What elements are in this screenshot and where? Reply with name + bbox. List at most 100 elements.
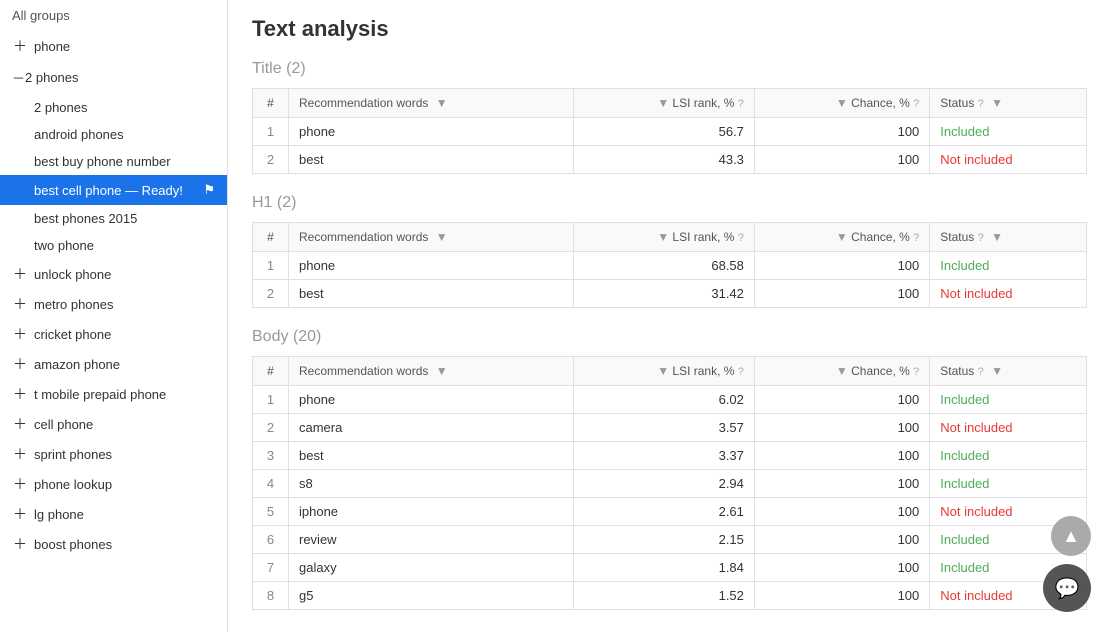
sidebar-item-t-mobile-prepaid-phone[interactable]: ＋ t mobile prepaid phone bbox=[0, 379, 227, 409]
sidebar-item-phone-lookup[interactable]: ＋ phone lookup bbox=[0, 469, 227, 499]
plus-icon-7: ＋ bbox=[12, 416, 28, 432]
scroll-to-top-button[interactable]: ▲ bbox=[1051, 516, 1091, 556]
sidebar-group-2phones[interactable]: － 2 phones bbox=[0, 61, 227, 94]
row-status: Not included bbox=[930, 414, 1087, 442]
table-row: 6 review 2.15 100 Included bbox=[253, 526, 1087, 554]
plus-icon-6: ＋ bbox=[12, 386, 28, 402]
row-lsi: 31.42 bbox=[573, 280, 754, 308]
row-status: Included bbox=[930, 118, 1087, 146]
h1-col-status[interactable]: Status ? ▼ bbox=[930, 223, 1087, 252]
title-section: Title (2) # Recommendation words ▼ ▼ LSI… bbox=[252, 60, 1087, 174]
row-num: 1 bbox=[253, 386, 289, 414]
sidebar-item-sprint-phones[interactable]: ＋ sprint phones bbox=[0, 439, 227, 469]
table-row: 2 best 31.42 100 Not included bbox=[253, 280, 1087, 308]
body-col-recommendation[interactable]: Recommendation words ▼ bbox=[289, 357, 574, 386]
sidebar-all-groups[interactable]: All groups bbox=[0, 0, 227, 31]
title-col-recommendation[interactable]: Recommendation words ▼ bbox=[289, 89, 574, 118]
lsi-sort-icon: ▼ bbox=[657, 96, 669, 110]
h1-col-recommendation[interactable]: Recommendation words ▼ bbox=[289, 223, 574, 252]
row-num: 7 bbox=[253, 554, 289, 582]
row-chance: 100 bbox=[754, 554, 929, 582]
row-chance: 100 bbox=[754, 582, 929, 610]
row-chance: 100 bbox=[754, 118, 929, 146]
row-word: phone bbox=[289, 386, 574, 414]
row-chance: 100 bbox=[754, 386, 929, 414]
row-num: 2 bbox=[253, 146, 289, 174]
row-status: Included bbox=[930, 386, 1087, 414]
title-col-num: # bbox=[253, 89, 289, 118]
body-col-num: # bbox=[253, 357, 289, 386]
body-section-heading: Body (20) bbox=[252, 328, 1087, 346]
body-col-lsi[interactable]: ▼ LSI rank, % ? bbox=[573, 357, 754, 386]
row-word: best bbox=[289, 442, 574, 470]
plus-icon: ＋ bbox=[12, 38, 28, 54]
row-num: 8 bbox=[253, 582, 289, 610]
row-status: Not included bbox=[930, 146, 1087, 174]
table-row: 8 g5 1.52 100 Not included bbox=[253, 582, 1087, 610]
row-word: phone bbox=[289, 118, 574, 146]
row-lsi: 3.37 bbox=[573, 442, 754, 470]
row-lsi: 3.57 bbox=[573, 414, 754, 442]
chat-icon: 💬 bbox=[1055, 576, 1080, 601]
minus-icon: － bbox=[12, 68, 25, 87]
row-word: camera bbox=[289, 414, 574, 442]
row-lsi: 43.3 bbox=[573, 146, 754, 174]
sort-icon-h1-status: ▼ bbox=[991, 230, 1003, 244]
scroll-up-icon: ▲ bbox=[1062, 526, 1080, 547]
sidebar-item-unlock-phone[interactable]: ＋ unlock phone bbox=[0, 259, 227, 289]
title-col-status[interactable]: Status ? ▼ bbox=[930, 89, 1087, 118]
row-num: 5 bbox=[253, 498, 289, 526]
row-lsi: 6.02 bbox=[573, 386, 754, 414]
sidebar-item-phone[interactable]: ＋ phone bbox=[0, 31, 227, 61]
row-word: s8 bbox=[289, 470, 574, 498]
plus-icon-3: ＋ bbox=[12, 296, 28, 312]
plus-icon-8: ＋ bbox=[12, 446, 28, 462]
sidebar-item-lg-phone[interactable]: ＋ lg phone bbox=[0, 499, 227, 529]
body-section: Body (20) # Recommendation words ▼ ▼ LSI… bbox=[252, 328, 1087, 610]
row-lsi: 68.58 bbox=[573, 252, 754, 280]
body-col-chance[interactable]: ▼ Chance, % ? bbox=[754, 357, 929, 386]
table-row: 1 phone 6.02 100 Included bbox=[253, 386, 1087, 414]
title-col-lsi[interactable]: ▼ LSI rank, % ? bbox=[573, 89, 754, 118]
row-word: galaxy bbox=[289, 554, 574, 582]
sidebar-item-boost-phones[interactable]: ＋ boost phones bbox=[0, 529, 227, 559]
title-col-chance[interactable]: ▼ Chance, % ? bbox=[754, 89, 929, 118]
body-col-status[interactable]: Status ? ▼ bbox=[930, 357, 1087, 386]
sidebar-item-metro-phones[interactable]: ＋ metro phones bbox=[0, 289, 227, 319]
plus-icon-4: ＋ bbox=[12, 326, 28, 342]
row-word: review bbox=[289, 526, 574, 554]
title-section-heading: Title (2) bbox=[252, 60, 1087, 78]
plus-icon-2: ＋ bbox=[12, 266, 28, 282]
row-num: 2 bbox=[253, 280, 289, 308]
sidebar-item-cricket-phone[interactable]: ＋ cricket phone bbox=[0, 319, 227, 349]
h1-section: H1 (2) # Recommendation words ▼ ▼ LSI ra… bbox=[252, 194, 1087, 308]
plus-icon-10: ＋ bbox=[12, 506, 28, 522]
row-chance: 100 bbox=[754, 252, 929, 280]
sidebar-item-best-cell-phone[interactable]: best cell phone — Ready! ⚑ bbox=[0, 175, 227, 205]
sidebar-item-amazon-phone[interactable]: ＋ amazon phone bbox=[0, 349, 227, 379]
plus-icon-5: ＋ bbox=[12, 356, 28, 372]
table-row: 7 galaxy 1.84 100 Included bbox=[253, 554, 1087, 582]
table-row: 4 s8 2.94 100 Included bbox=[253, 470, 1087, 498]
sidebar-item-best-buy-phone-number[interactable]: best buy phone number bbox=[0, 148, 227, 175]
h1-section-heading: H1 (2) bbox=[252, 194, 1087, 212]
row-chance: 100 bbox=[754, 280, 929, 308]
sidebar-item-best-phones-2015[interactable]: best phones 2015 bbox=[0, 205, 227, 232]
table-row: 2 camera 3.57 100 Not included bbox=[253, 414, 1087, 442]
row-num: 6 bbox=[253, 526, 289, 554]
sidebar-item-cell-phone[interactable]: ＋ cell phone bbox=[0, 409, 227, 439]
row-lsi: 1.84 bbox=[573, 554, 754, 582]
row-chance: 100 bbox=[754, 498, 929, 526]
chat-button[interactable]: 💬 bbox=[1043, 564, 1091, 612]
row-chance: 100 bbox=[754, 146, 929, 174]
h1-col-chance[interactable]: ▼ Chance, % ? bbox=[754, 223, 929, 252]
row-chance: 100 bbox=[754, 414, 929, 442]
body-table: # Recommendation words ▼ ▼ LSI rank, % ?… bbox=[252, 356, 1087, 610]
sidebar-item-2phones-sub[interactable]: 2 phones bbox=[0, 94, 227, 121]
sidebar-item-two-phone[interactable]: two phone bbox=[0, 232, 227, 259]
sidebar-item-android-phones[interactable]: android phones bbox=[0, 121, 227, 148]
h1-col-lsi[interactable]: ▼ LSI rank, % ? bbox=[573, 223, 754, 252]
sort-icon-body-status: ▼ bbox=[991, 364, 1003, 378]
flag-icon: ⚑ bbox=[203, 182, 215, 198]
h1-col-num: # bbox=[253, 223, 289, 252]
